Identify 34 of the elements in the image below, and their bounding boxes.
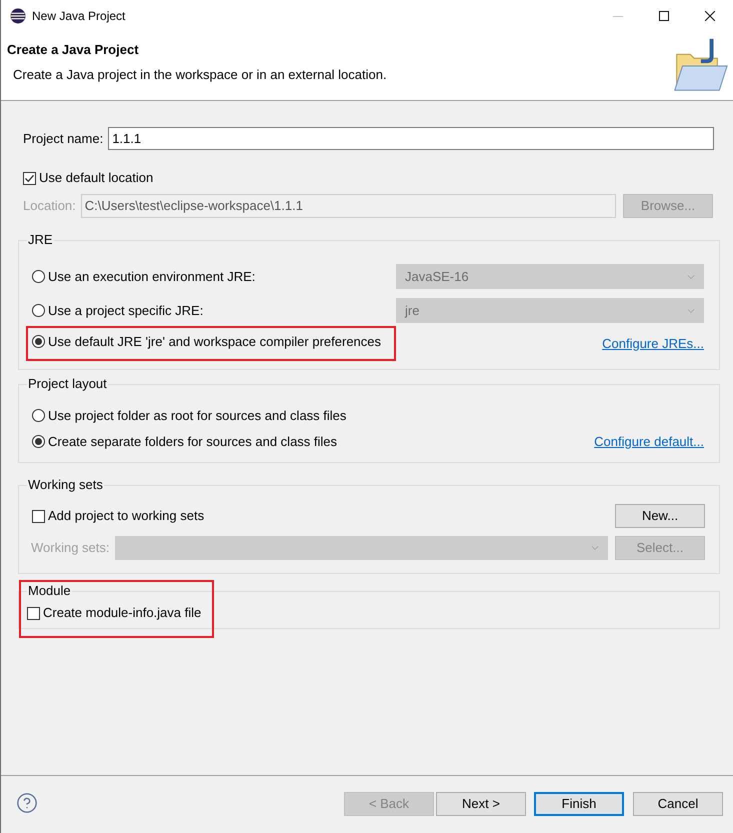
group-label: Working sets (27, 477, 104, 493)
window-title: New Java Project (32, 8, 126, 25)
maximize-icon (659, 11, 669, 21)
radio-button[interactable] (32, 409, 45, 422)
option-label[interactable]: Use default JRE 'jre' and workspace compiler preferences (48, 332, 382, 352)
configure-link[interactable]: Configure default... (594, 432, 704, 452)
wizard-title: Create a Java Project (7, 41, 140, 58)
cancel-button[interactable]: Cancel (633, 792, 723, 816)
configure-link[interactable]: Configure JREs... (602, 334, 704, 354)
checkbox[interactable] (27, 606, 40, 620)
checkbox-label[interactable]: Use default location (39, 168, 154, 188)
close-icon (705, 11, 715, 21)
option-label[interactable]: Use an execution environment JRE: (48, 266, 256, 286)
radio-button[interactable] (32, 304, 45, 317)
field-label: Location: (23, 197, 76, 216)
app-icon (10, 8, 26, 24)
wizard-description: Create a Java project in the workspace or in an external location. (13, 66, 387, 83)
radio-button[interactable] (32, 335, 45, 348)
group-label: Module (27, 583, 72, 599)
checkbox[interactable] (23, 172, 36, 184)
project-name-field[interactable]: 1.1.1 (108, 127, 714, 150)
field-label: Working sets: (31, 539, 110, 558)
option-label[interactable]: Use a project specific JRE: (48, 300, 204, 320)
group-label: JRE (27, 232, 54, 248)
help-icon[interactable] (16, 792, 38, 814)
radio-button[interactable] (32, 435, 45, 448)
option-label[interactable]: Use project folder as root for sources and class files (48, 406, 346, 426)
group-label: Project layout (27, 376, 108, 392)
next-button[interactable]: Next > (436, 792, 526, 816)
finish-button[interactable]: Finish (534, 792, 624, 816)
field-label: Project name: (23, 130, 104, 148)
option-label[interactable]: Create separate folders for sources and class files (48, 432, 338, 452)
radio-button[interactable] (32, 270, 45, 283)
checkbox-label[interactable]: Create module-info.java file (43, 603, 202, 623)
